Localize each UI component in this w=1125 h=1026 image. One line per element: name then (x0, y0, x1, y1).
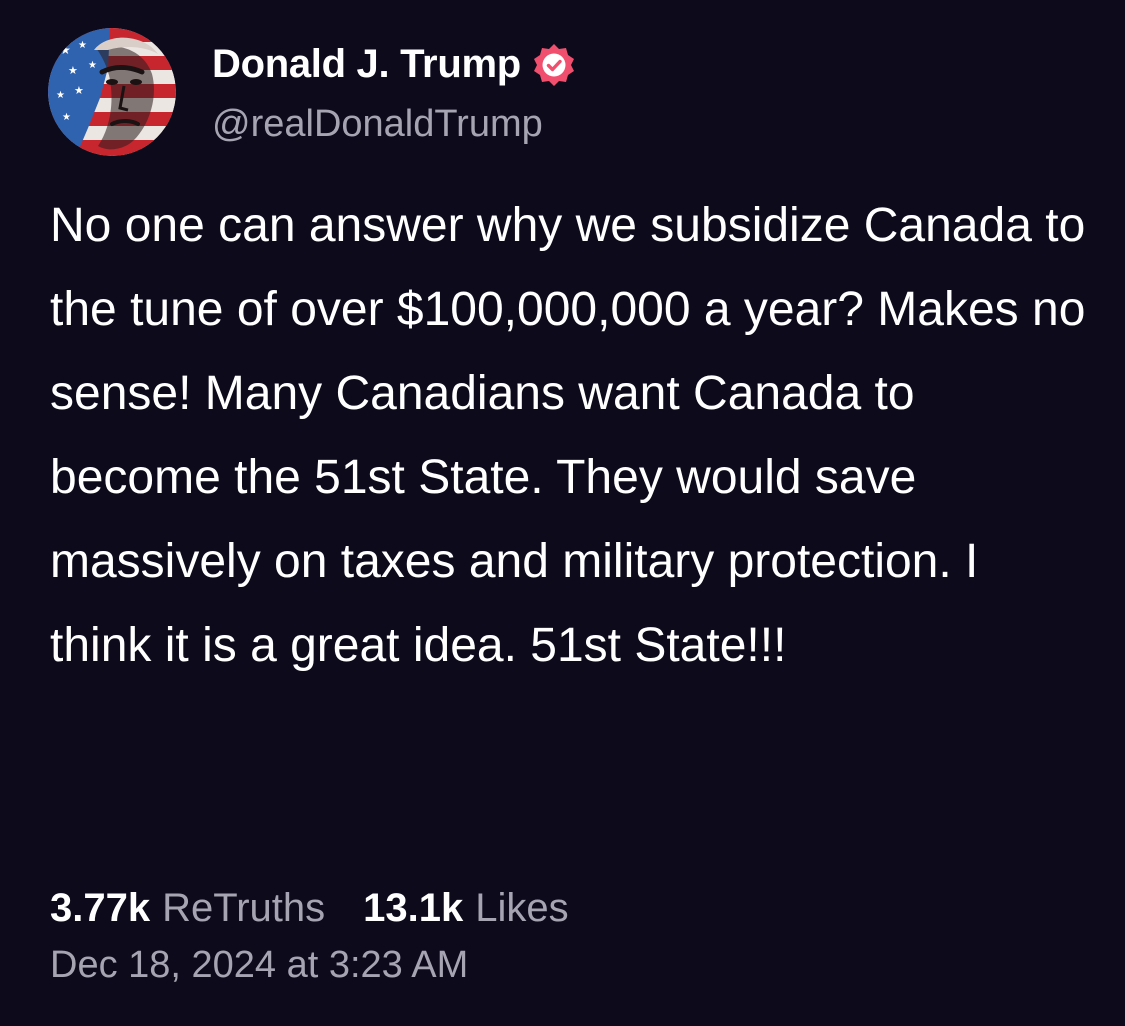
author-identity: Donald J. Trump @realDonaldTrump (212, 39, 577, 146)
author-display-name[interactable]: Donald J. Trump (212, 42, 521, 87)
post-body-text: No one can answer why we subsidize Canad… (50, 199, 1099, 672)
retruths-stat[interactable]: 3.77k ReTruths (50, 886, 325, 931)
post-header: ★ ★ ★ ★ ★ ★ ★ Donald J. Trump @realDonal… (48, 28, 577, 156)
retruths-label: ReTruths (162, 885, 326, 930)
verified-badge-icon (531, 42, 577, 88)
avatar-flag-portrait-icon: ★ ★ ★ ★ ★ ★ ★ (48, 28, 176, 156)
post-card: ★ ★ ★ ★ ★ ★ ★ Donald J. Trump @realDonal… (0, 0, 1125, 1026)
name-row: Donald J. Trump (212, 39, 577, 91)
svg-text:★: ★ (78, 40, 87, 51)
post-timestamp[interactable]: Dec 18, 2024 at 3:23 AM (50, 944, 468, 987)
svg-text:★: ★ (62, 112, 71, 123)
svg-text:★: ★ (88, 60, 97, 71)
svg-text:★: ★ (74, 84, 84, 97)
svg-text:★: ★ (56, 90, 65, 101)
svg-text:★: ★ (68, 64, 78, 77)
svg-text:★: ★ (60, 43, 71, 57)
retruths-count: 3.77k (50, 885, 151, 930)
likes-label: Likes (475, 885, 569, 930)
likes-stat[interactable]: 13.1k Likes (363, 886, 569, 931)
avatar[interactable]: ★ ★ ★ ★ ★ ★ ★ (48, 28, 176, 156)
post-stats: 3.77k ReTruths 13.1k Likes (50, 880, 569, 936)
author-handle[interactable]: @realDonaldTrump (212, 103, 577, 146)
likes-count: 13.1k (363, 885, 464, 930)
